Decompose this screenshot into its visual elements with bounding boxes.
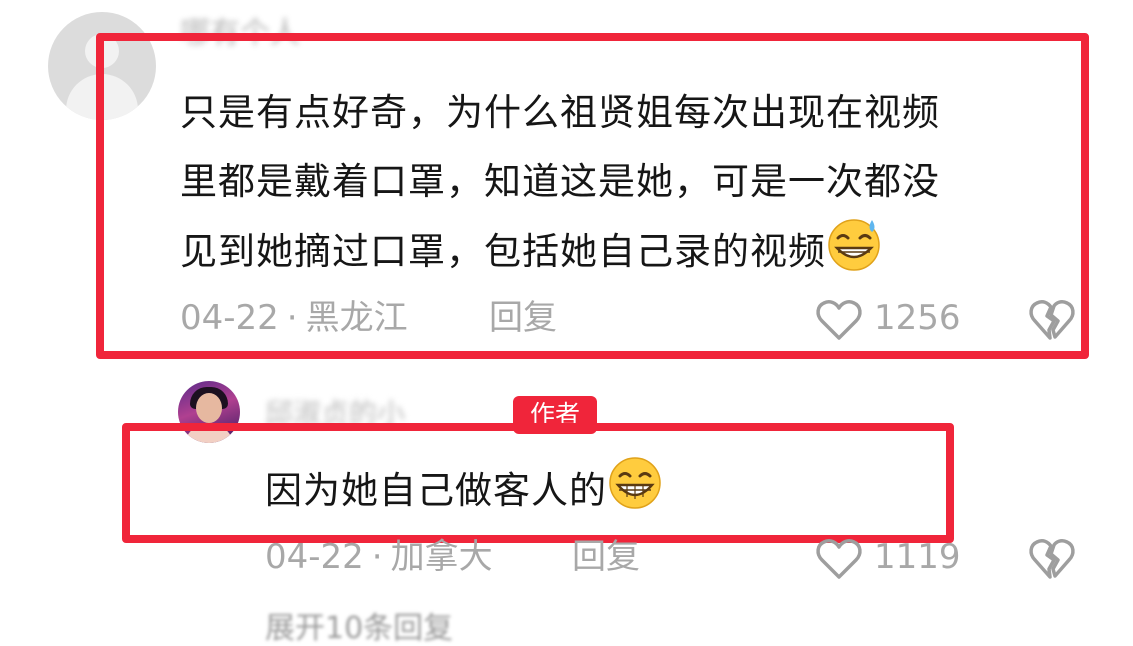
broken-heart-icon: [1029, 539, 1075, 579]
like-button[interactable]: [815, 298, 863, 346]
meta-separator: ·: [371, 537, 383, 577]
meta-separator: ·: [286, 298, 298, 338]
reply-button[interactable]: 回复: [489, 298, 557, 338]
comment-text: 只是有点好奇，为什么祖贤姐每次出现在视频 里都是戴着口罩，知道这是她，可是一次都…: [180, 78, 1060, 294]
reply-dislike-button[interactable]: [1028, 537, 1076, 585]
comment-line-3-text: 见到她摘过口罩，包括她自己录的视频: [180, 230, 826, 273]
grinning-sweat-emoji-icon: [826, 216, 882, 294]
reply-like-count: 1119: [874, 537, 961, 577]
reply-to-reply-button[interactable]: 回复: [572, 537, 640, 577]
comment-location: 黑龙江: [305, 298, 408, 338]
comment-meta: 04-22 · 黑龙江: [180, 298, 408, 338]
reply-location: 加拿大: [390, 537, 493, 577]
reply-date: 04-22: [265, 537, 364, 577]
comment-date: 04-22: [180, 298, 279, 338]
like-count: 1256: [874, 298, 961, 338]
broken-heart-icon: [1029, 300, 1075, 340]
reply-meta: 04-22 · 加拿大: [265, 537, 493, 577]
grinning-face-emoji-icon: [607, 455, 663, 528]
comment-line-2: 里都是戴着口罩，知道这是她，可是一次都没: [180, 160, 940, 203]
avatar-face: [196, 393, 222, 423]
heart-outline-icon: [816, 300, 862, 340]
reply-text-content: 因为她自己做客人的: [265, 469, 607, 512]
reply-like-button[interactable]: [815, 537, 863, 585]
heart-outline-icon: [816, 539, 862, 579]
expand-replies-link[interactable]: 展开10条回复: [265, 612, 505, 646]
dislike-button[interactable]: [1028, 298, 1076, 346]
reply-text: 因为她自己做客人的: [265, 455, 663, 528]
comment-line-3: 见到她摘过口罩，包括她自己录的视频: [180, 216, 1060, 294]
comment-line-1: 只是有点好奇，为什么祖贤姐每次出现在视频: [180, 91, 940, 134]
